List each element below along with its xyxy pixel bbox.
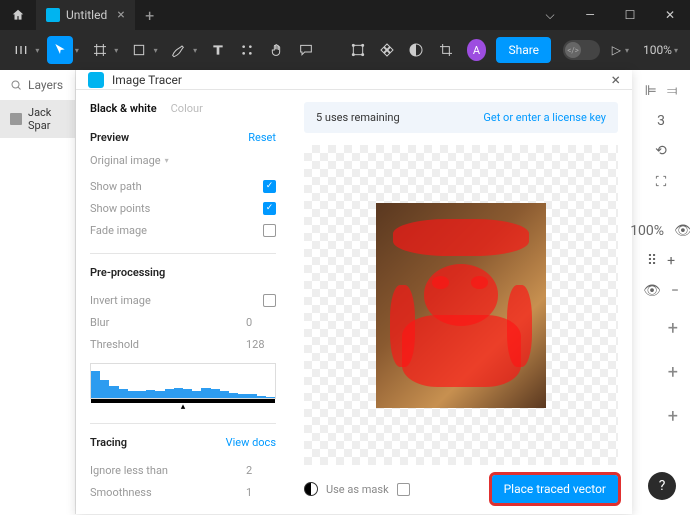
blur-label: Blur xyxy=(90,316,109,329)
help-button[interactable]: ? xyxy=(648,472,676,500)
fade-image-label: Fade image xyxy=(90,224,147,237)
license-banner: 5 uses remaining Get or enter a license … xyxy=(304,102,618,133)
add-button[interactable]: + xyxy=(632,394,690,438)
chevron-down-icon: ▾ xyxy=(165,156,169,165)
pen-tool[interactable] xyxy=(166,36,191,64)
original-image-select[interactable]: Original image▾ xyxy=(90,154,276,167)
shape-tool[interactable] xyxy=(126,36,151,64)
close-tab-icon[interactable]: × xyxy=(117,7,124,23)
align-left-icon: ⊫ xyxy=(645,83,657,99)
use-as-mask-label: Use as mask xyxy=(326,483,389,496)
grid-icon[interactable]: ⠿ xyxy=(647,253,657,269)
show-path-label: Show path xyxy=(90,180,142,193)
fade-image-checkbox[interactable] xyxy=(263,224,276,237)
zoom-level[interactable]: 100% xyxy=(643,43,672,57)
move-tool[interactable] xyxy=(47,36,72,64)
tracing-heading: Tracing xyxy=(90,436,127,449)
caret-icon[interactable]: ▾ xyxy=(674,46,678,55)
smooth-value[interactable]: 1 xyxy=(246,486,276,499)
ignore-value[interactable]: 2 xyxy=(246,464,276,477)
image-layer-icon xyxy=(10,113,22,125)
invert-checkbox[interactable] xyxy=(263,294,276,307)
layer-row[interactable]: Jack Spar xyxy=(0,100,75,138)
view-docs-link[interactable]: View docs xyxy=(226,436,276,449)
avatar[interactable]: A xyxy=(467,39,487,61)
show-path-checkbox[interactable]: ✓ xyxy=(263,180,276,193)
threshold-label: Threshold xyxy=(90,338,139,351)
add-icon[interactable]: + xyxy=(667,253,675,269)
dev-toggle[interactable]: </> xyxy=(563,40,600,60)
menu-tool[interactable] xyxy=(8,36,33,64)
app-icon xyxy=(46,8,60,22)
document-tab[interactable]: Untitled × xyxy=(36,0,135,30)
hand-tool[interactable] xyxy=(264,36,289,64)
caret-icon[interactable]: ▾ xyxy=(625,46,629,55)
uses-remaining: 5 uses remaining xyxy=(316,111,400,124)
threshold-value[interactable]: 128 xyxy=(246,338,276,351)
play-icon[interactable]: ▷ xyxy=(612,43,621,57)
place-traced-vector-button[interactable]: Place traced vector xyxy=(492,475,618,503)
opacity-value[interactable]: 100% xyxy=(630,223,664,239)
license-link[interactable]: Get or enter a license key xyxy=(483,111,606,124)
tab-title: Untitled xyxy=(66,8,107,22)
traced-image xyxy=(376,203,546,408)
caret-icon[interactable]: ▾ xyxy=(75,46,79,55)
preproc-heading: Pre-processing xyxy=(90,266,165,279)
tab-bw[interactable]: Black & white xyxy=(90,102,157,115)
layer-name: Jack Spar xyxy=(28,106,65,132)
frame-tool[interactable] xyxy=(87,36,112,64)
show-points-label: Show points xyxy=(90,202,150,215)
add-button[interactable]: + xyxy=(632,350,690,394)
align-row[interactable]: ⊫⫤ xyxy=(632,76,690,106)
invert-label: Invert image xyxy=(90,294,151,307)
smooth-label: Smoothness xyxy=(90,486,152,499)
share-button[interactable]: Share xyxy=(496,37,551,63)
expand-icon[interactable] xyxy=(632,166,690,196)
code-icon: </> xyxy=(565,42,581,58)
preview-heading: Preview xyxy=(90,131,129,144)
bbox-tool[interactable] xyxy=(345,36,370,64)
show-points-checkbox[interactable]: ✓ xyxy=(263,202,276,215)
blur-value[interactable]: 0 xyxy=(246,316,276,329)
threshold-marker[interactable]: ▴ xyxy=(181,402,186,412)
remove-icon[interactable]: − xyxy=(671,283,679,299)
threshold-histogram[interactable]: ▴ xyxy=(90,363,276,399)
diamond-tool[interactable] xyxy=(374,36,399,64)
value-3: 3 xyxy=(657,113,665,129)
caret-icon[interactable]: ▾ xyxy=(35,46,39,55)
maximize-button[interactable]: ☐ xyxy=(610,0,650,30)
close-window-button[interactable]: ✕ xyxy=(650,0,690,30)
add-tab-button[interactable]: + xyxy=(135,6,165,25)
add-button[interactable]: + xyxy=(632,306,690,350)
constrain-icon[interactable]: ⟲ xyxy=(632,136,690,166)
caret-icon[interactable]: ▾ xyxy=(154,46,158,55)
text-tool[interactable] xyxy=(205,36,230,64)
dropdown-icon[interactable]: ⌵ xyxy=(530,0,570,30)
eye-icon[interactable]: 👁 xyxy=(643,283,661,299)
home-button[interactable] xyxy=(0,0,36,30)
layers-title: Layers xyxy=(28,78,63,92)
tracer-icon xyxy=(88,72,104,88)
comment-tool[interactable] xyxy=(293,36,318,64)
close-panel-button[interactable]: × xyxy=(611,70,620,89)
layers-header: Layers xyxy=(0,70,75,100)
contrast-tool[interactable] xyxy=(404,36,429,64)
mask-icon xyxy=(304,482,318,496)
panel-title: Image Tracer xyxy=(112,73,603,87)
preview-canvas xyxy=(304,145,618,465)
align-right-icon: ⫤ xyxy=(667,83,678,99)
eye-icon[interactable]: 👁 xyxy=(674,223,690,239)
crop-tool[interactable] xyxy=(433,36,458,64)
minimize-button[interactable]: — xyxy=(570,0,610,30)
component-tool[interactable] xyxy=(235,36,260,64)
use-as-mask-checkbox[interactable] xyxy=(397,483,410,496)
reset-link[interactable]: Reset xyxy=(248,131,276,144)
tab-colour[interactable]: Colour xyxy=(171,102,203,115)
caret-icon[interactable]: ▾ xyxy=(114,46,118,55)
caret-icon[interactable]: ▾ xyxy=(193,46,197,55)
ignore-label: Ignore less than xyxy=(90,464,168,477)
